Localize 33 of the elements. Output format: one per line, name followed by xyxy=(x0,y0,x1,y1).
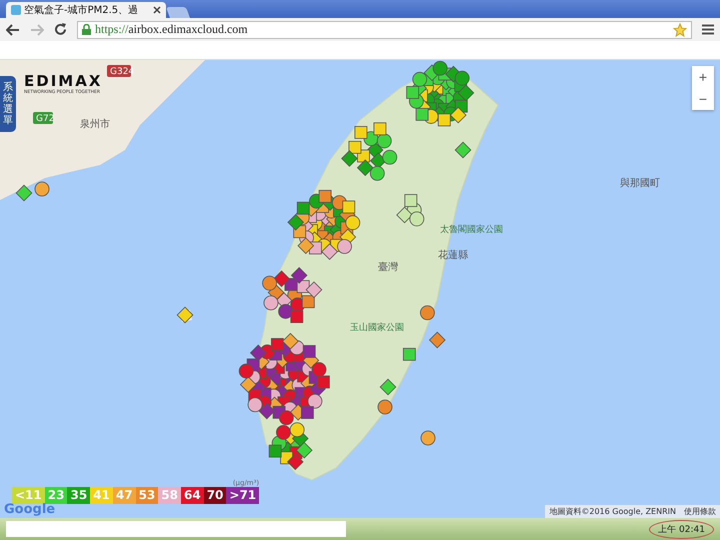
legend-item: <11 xyxy=(12,487,45,504)
side-menu-tab[interactable]: 系統選單 xyxy=(0,76,16,132)
browser-tab[interactable]: 空氣盒子-城市PM2.5、過 xyxy=(6,2,166,18)
map-label: 臺灣 xyxy=(378,262,398,274)
address-bar[interactable]: https://airbox.edimaxcloud.com xyxy=(77,20,692,39)
legend-item: 64 xyxy=(180,487,204,504)
close-icon[interactable] xyxy=(153,6,161,14)
logo: EDIMAX xyxy=(24,72,102,90)
legend-item: 23 xyxy=(44,487,68,504)
reload-icon[interactable] xyxy=(54,23,67,36)
google-logo: Google xyxy=(4,502,56,518)
legend-item: 35 xyxy=(67,487,90,504)
star-icon[interactable] xyxy=(673,22,687,37)
zoom-in-button[interactable]: + xyxy=(692,66,714,88)
lock-icon xyxy=(82,24,91,36)
zoom-out-button[interactable]: − xyxy=(692,88,714,110)
taskbar-clock: 上午 02:41 xyxy=(649,520,714,539)
map-label: 太魯閣國家公園 xyxy=(440,225,503,236)
legend-item: 53 xyxy=(136,487,158,504)
new-tab-button[interactable] xyxy=(166,6,190,18)
map-label: 泉州市 xyxy=(80,119,110,130)
terms-link[interactable]: 使用條款 xyxy=(684,506,716,518)
menu-icon[interactable] xyxy=(702,24,714,36)
legend-item: 58 xyxy=(158,487,181,504)
map-attribution: 地圖資料©2016 Google, ZENRIN xyxy=(549,506,676,518)
map-label: 花蓮縣 xyxy=(438,250,468,262)
legend-item: >71 xyxy=(226,487,260,504)
map-label: 與那國町 xyxy=(620,178,660,190)
back-icon[interactable] xyxy=(6,24,20,36)
legend-item: 41 xyxy=(90,487,113,504)
legend-item: 70 xyxy=(204,487,226,504)
map-label: 玉山國家公園 xyxy=(350,323,404,334)
legend-item: 47 xyxy=(112,487,136,504)
